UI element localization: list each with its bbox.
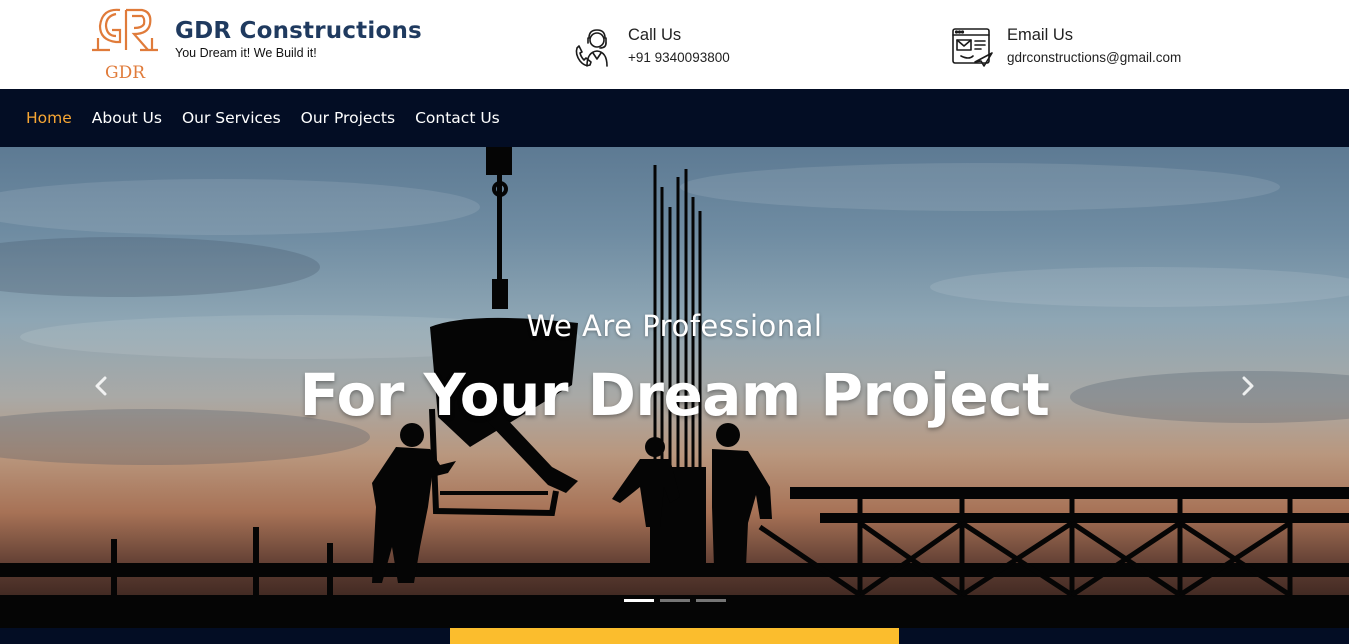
carousel-indicators	[624, 599, 732, 602]
hero-subtitle: We Are Professional	[526, 309, 823, 343]
nav-item-contact-us[interactable]: Contact Us	[415, 109, 500, 127]
brand-tagline: You Dream it! We Build it!	[175, 46, 317, 60]
phone-number-link[interactable]: +91 9340093800	[628, 48, 730, 68]
support-agent-phone-icon	[575, 29, 608, 67]
carousel-indicator-3[interactable]	[696, 599, 726, 602]
chevron-left-icon	[95, 376, 107, 396]
email-us-label: Email Us	[1007, 26, 1074, 44]
nav-item-our-projects[interactable]: Our Projects	[301, 109, 395, 127]
bottom-strip	[0, 628, 1349, 644]
logo-mark-icon: GDR	[92, 8, 158, 83]
company-logo[interactable]: GDR	[86, 4, 164, 84]
nav-menu: Home About Us Our Services Our Projects …	[26, 89, 520, 147]
top-header: GDR GDR Constructions You Dream it! We B…	[0, 0, 1349, 89]
email-address-link[interactable]: gdrconstructions@gmail.com	[1007, 48, 1181, 68]
carousel-prev-button[interactable]	[86, 371, 116, 401]
chevron-right-icon	[1242, 376, 1254, 396]
carousel-indicator-1[interactable]	[624, 599, 654, 602]
logo-text: GDR	[105, 63, 146, 83]
brand-block: GDR Constructions You Dream it! We Build…	[175, 16, 422, 60]
carousel-indicator-2[interactable]	[660, 599, 690, 602]
nav-item-about-us[interactable]: About Us	[92, 109, 162, 127]
main-navigation: Home About Us Our Services Our Projects …	[0, 89, 1349, 147]
accent-bar	[450, 628, 899, 644]
brand-title[interactable]: GDR Constructions	[175, 16, 422, 46]
hero-carousel: We Are Professional For Your Dream Proje…	[0, 147, 1349, 628]
call-us-label: Call Us	[628, 26, 682, 44]
carousel-next-button[interactable]	[1233, 371, 1263, 401]
hero-title: For Your Dream Project	[299, 361, 1050, 429]
nav-item-our-services[interactable]: Our Services	[182, 109, 281, 127]
nav-item-home[interactable]: Home	[26, 109, 72, 127]
email-window-icon	[952, 28, 993, 67]
